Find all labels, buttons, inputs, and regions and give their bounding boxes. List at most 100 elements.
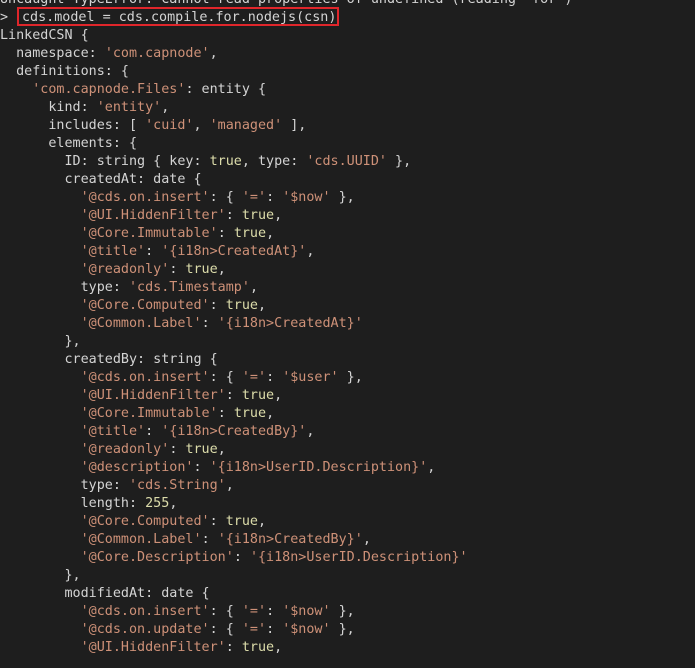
output-token: }, xyxy=(0,568,81,583)
output-line: length: 255, xyxy=(0,495,695,513)
output-line: '@Common.Label': '{i18n>CreatedAt}' xyxy=(0,315,695,333)
command-text[interactable]: cds.model = cds.compile.for.nodejs(csn) xyxy=(22,9,336,27)
output-token: '@title' xyxy=(80,424,146,439)
output-token: }, xyxy=(338,370,363,385)
output-token: : xyxy=(217,226,234,241)
output-token: type: xyxy=(0,280,129,295)
output-token: true xyxy=(225,514,258,529)
output-token: true xyxy=(241,388,275,403)
output-token: : xyxy=(225,388,242,403)
output-token: '=' xyxy=(241,370,267,385)
output-token: '@Core.Immutable' xyxy=(80,226,218,241)
output-token: , xyxy=(217,262,226,277)
output-token xyxy=(0,622,81,637)
output-token: 'com.capnode' xyxy=(104,46,210,61)
output-token: '@cds.on.insert' xyxy=(80,604,210,619)
output-token: '=' xyxy=(241,604,267,619)
output-token: }, xyxy=(386,154,412,169)
output-token: createdBy: string { xyxy=(0,352,218,367)
output-token xyxy=(0,604,81,619)
output-token xyxy=(0,388,81,403)
output-token: : { xyxy=(209,622,242,637)
output-line: '@readonly': true, xyxy=(0,261,695,279)
output-token xyxy=(0,262,81,277)
output-line: 'com.capnode.Files': entity { xyxy=(0,81,695,99)
output-token: '@cds.on.insert' xyxy=(80,190,210,205)
output-line: createdBy: string { xyxy=(0,351,695,369)
output-token: '{i18n>UserID.Description}' xyxy=(209,460,428,475)
output-token: '@readonly' xyxy=(80,442,170,457)
output-token: , xyxy=(266,406,275,421)
output-line: }, xyxy=(0,567,695,585)
output-line: elements: { xyxy=(0,135,695,153)
output-token: kind: xyxy=(0,100,97,115)
output-line: definitions: { xyxy=(0,63,695,81)
output-token xyxy=(0,244,81,259)
output-token xyxy=(0,208,81,223)
output-block: LinkedCSN { namespace: 'com.capnode', de… xyxy=(0,27,695,657)
output-token: }, xyxy=(330,190,355,205)
output-line: '@title': '{i18n>CreatedAt}', xyxy=(0,243,695,261)
output-token: }, xyxy=(0,334,81,349)
output-token: : xyxy=(145,424,162,439)
output-line: '@UI.HiddenFilter': true, xyxy=(0,639,695,657)
output-token: : entity { xyxy=(185,82,267,97)
output-line: type: 'cds.Timestamp', xyxy=(0,279,695,297)
output-token: '@cds.on.insert' xyxy=(80,370,210,385)
output-token: : { xyxy=(209,604,242,619)
output-token: : xyxy=(201,532,218,547)
output-line: modifiedAt: date { xyxy=(0,585,695,603)
output-token: type: xyxy=(0,478,129,493)
output-line: kind: 'entity', xyxy=(0,99,695,117)
output-token: , type: xyxy=(241,154,307,169)
output-token: 'cds.String' xyxy=(129,478,226,493)
output-token: '{i18n>CreatedAt}' xyxy=(217,316,363,331)
output-line: '@Core.Computed': true, xyxy=(0,297,695,315)
output-token: '{i18n>CreatedAt}' xyxy=(161,244,307,259)
output-token: 'com.capnode.Files' xyxy=(32,82,186,97)
output-token xyxy=(0,514,81,529)
output-token: '$now' xyxy=(282,190,331,205)
output-token: '{i18n>CreatedBy}' xyxy=(161,424,307,439)
output-token: }, xyxy=(330,604,355,619)
output-token: , xyxy=(209,46,218,61)
output-token: '@Core.Computed' xyxy=(80,514,210,529)
output-token: , xyxy=(161,100,170,115)
output-token: ID: string { key: xyxy=(0,154,210,169)
output-token: true xyxy=(233,226,267,241)
output-token: '@UI.HiddenFilter' xyxy=(80,388,226,403)
output-token xyxy=(0,370,81,385)
output-line: namespace: 'com.capnode', xyxy=(0,45,695,63)
output-token xyxy=(0,298,81,313)
output-token: 'cuid' xyxy=(145,118,194,133)
output-token xyxy=(0,532,81,547)
output-token xyxy=(0,190,81,205)
output-line: '@readonly': true, xyxy=(0,441,695,459)
output-token: 'managed' xyxy=(209,118,283,133)
output-token: 255 xyxy=(145,496,170,511)
output-token: , xyxy=(274,388,283,403)
output-line: '@UI.HiddenFilter': true, xyxy=(0,207,695,225)
output-line: ID: string { key: true, type: 'cds.UUID'… xyxy=(0,153,695,171)
output-token: : xyxy=(201,316,218,331)
output-token: true xyxy=(241,208,275,223)
output-token xyxy=(0,424,81,439)
output-token: '@Core.Computed' xyxy=(80,298,210,313)
output-token: LinkedCSN { xyxy=(0,28,89,43)
output-token: , xyxy=(258,298,267,313)
output-token: , xyxy=(193,118,210,133)
output-token: , xyxy=(225,478,234,493)
output-token: , xyxy=(169,496,178,511)
output-token: , xyxy=(362,532,371,547)
output-token: , xyxy=(274,208,283,223)
output-token: '$user' xyxy=(282,370,339,385)
output-token: : xyxy=(266,370,283,385)
output-line: LinkedCSN { xyxy=(0,27,695,45)
command-line[interactable]: > cds.model = cds.compile.for.nodejs(csn… xyxy=(0,7,695,27)
output-token: : xyxy=(209,514,226,529)
output-token: true xyxy=(185,442,218,457)
output-token: definitions: { xyxy=(0,64,129,79)
output-token xyxy=(0,226,81,241)
output-line: '@title': '{i18n>CreatedBy}', xyxy=(0,423,695,441)
output-line: '@cds.on.insert': { '=': '$user' }, xyxy=(0,369,695,387)
